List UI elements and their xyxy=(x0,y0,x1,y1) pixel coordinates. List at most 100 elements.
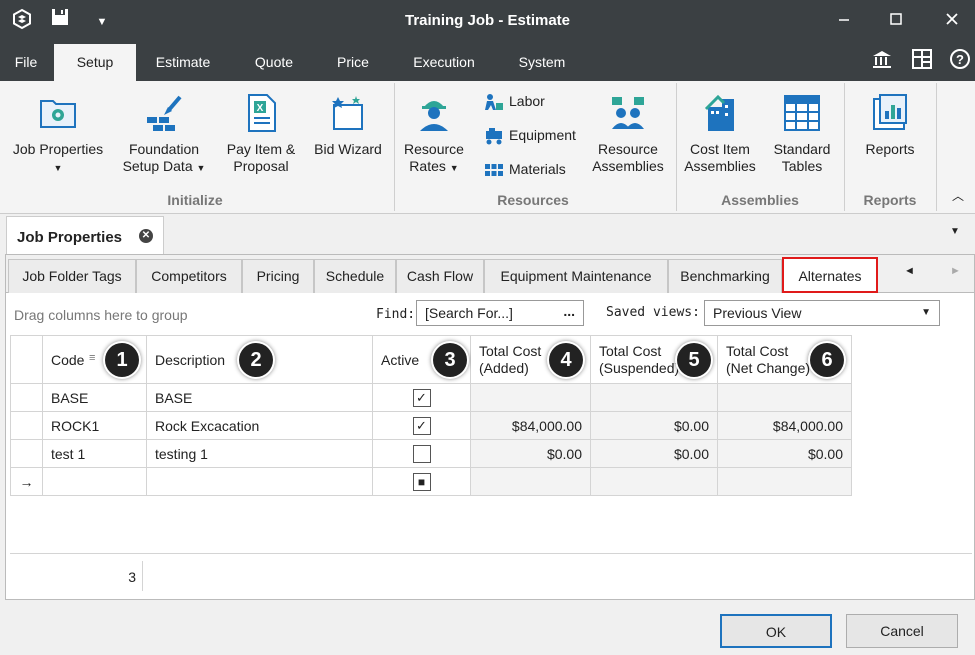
cancel-button[interactable]: Cancel xyxy=(846,614,958,648)
cost-item-assemblies-button[interactable]: Cost Item Assemblies xyxy=(680,93,760,175)
collapse-ribbon-icon[interactable]: ︿ xyxy=(952,187,964,204)
equipment-icon xyxy=(486,128,502,145)
row-indicator[interactable] xyxy=(10,383,43,412)
row-indicator-header xyxy=(10,335,43,384)
tab-pricing[interactable]: Pricing xyxy=(242,259,314,293)
resource-assemblies-button[interactable]: Resource Assemblies xyxy=(588,93,668,175)
cell-total-cost-suspended: $0.00 xyxy=(590,439,718,468)
foundation-dropdown-icon: ▼ xyxy=(196,163,206,173)
tab-execution[interactable]: Execution xyxy=(400,44,488,81)
saved-views-label: Saved views: xyxy=(606,305,700,320)
ok-button[interactable]: OK xyxy=(720,614,832,648)
tab-setup[interactable]: Setup xyxy=(54,44,136,81)
cell-total-cost-added xyxy=(470,383,591,412)
tab-competitors[interactable]: Competitors xyxy=(136,259,242,293)
tab-cash-flow[interactable]: Cash Flow xyxy=(396,259,484,293)
bid-wizard-button[interactable]: Bid Wizard xyxy=(310,93,386,158)
active-checkbox-indeterminate[interactable]: ■ xyxy=(412,472,431,491)
table-row[interactable]: ROCK1 Rock Excacation ✓ $84,000.00 $0.00… xyxy=(10,411,852,440)
cell-description[interactable]: Rock Excacation xyxy=(146,411,373,440)
cell-total-cost-suspended xyxy=(590,383,718,412)
tab-scroll-right-icon[interactable]: ► xyxy=(950,265,961,277)
tab-estimate[interactable]: Estimate xyxy=(140,44,226,81)
cell-code[interactable]: test 1 xyxy=(42,439,147,468)
tab-quote[interactable]: Quote xyxy=(238,44,310,81)
active-checkbox[interactable]: ✓ xyxy=(412,388,431,407)
people-assembly-icon xyxy=(612,97,644,129)
active-checkbox[interactable]: ✓ xyxy=(412,416,431,435)
column-header-total-cost-added[interactable]: Total Cost (Added) 4 xyxy=(470,335,591,384)
tab-price[interactable]: Price xyxy=(318,44,388,81)
column-header-active[interactable]: Active 3 xyxy=(372,335,471,384)
callout-badge-4: 4 xyxy=(549,343,583,377)
close-tab-icon[interactable]: ✕ xyxy=(139,229,153,243)
materials-icon xyxy=(485,164,503,177)
reports-button[interactable]: Reports xyxy=(850,93,930,158)
cell-code[interactable] xyxy=(42,467,147,496)
bank-icon[interactable] xyxy=(868,48,896,76)
row-indicator[interactable] xyxy=(10,411,43,440)
search-input[interactable]: [Search For...] ... xyxy=(416,300,584,326)
column-header-description[interactable]: Description 2 xyxy=(146,335,373,384)
tab-alternates[interactable]: Alternates xyxy=(782,257,878,293)
find-label: Find: xyxy=(376,307,416,322)
callout-badge-5: 5 xyxy=(677,343,711,377)
tab-equipment-maintenance[interactable]: Equipment Maintenance xyxy=(484,259,668,293)
close-icon[interactable] xyxy=(938,8,966,36)
table-icon xyxy=(784,95,820,131)
tab-job-properties[interactable]: Job Properties ✕ xyxy=(6,216,164,254)
table-row[interactable]: test 1 testing 1 $0.00 $0.00 $0.00 xyxy=(10,439,852,468)
labor-button[interactable]: Labor xyxy=(484,90,545,112)
resource-rates-button[interactable]: Resource Rates ▼ xyxy=(398,93,470,177)
callout-badge-2: 2 xyxy=(239,343,273,377)
table-row[interactable]: BASE BASE ✓ xyxy=(10,383,852,412)
standard-tables-button[interactable]: Standard Tables xyxy=(764,93,840,175)
wizard-icon xyxy=(332,96,363,130)
row-indicator[interactable] xyxy=(10,439,43,468)
column-header-code[interactable]: Code ≡ 1 xyxy=(42,335,147,384)
cell-code[interactable]: ROCK1 xyxy=(42,411,147,440)
callout-badge-1: 1 xyxy=(105,343,139,377)
group-panel-hint: Drag columns here to group xyxy=(14,307,188,323)
saved-views-dropdown[interactable]: Previous View ▼ xyxy=(704,300,940,326)
cell-code[interactable]: BASE xyxy=(42,383,147,412)
column-header-total-cost-suspended[interactable]: Total Cost (Suspended) 5 xyxy=(590,335,718,384)
tab-scroll-left-icon[interactable]: ◄ xyxy=(904,265,915,277)
new-item-row[interactable]: → ■ xyxy=(10,467,852,496)
group-label-reports: Reports xyxy=(863,192,917,208)
materials-button[interactable]: Materials xyxy=(484,158,566,180)
cell-total-cost-net-change: $84,000.00 xyxy=(717,411,852,440)
layout-icon[interactable] xyxy=(908,48,936,76)
foundation-setup-data-button[interactable]: Foundation Setup Data ▼ xyxy=(114,93,214,177)
cell-description[interactable]: BASE xyxy=(146,383,373,412)
tab-list-dropdown-icon[interactable]: ▼ xyxy=(950,226,960,237)
column-header-total-cost-net-change[interactable]: Total Cost (Net Change) 6 xyxy=(717,335,852,384)
chevron-down-icon: ▼ xyxy=(921,307,931,318)
tab-file[interactable]: File xyxy=(2,44,50,81)
group-separator xyxy=(936,83,937,211)
job-properties-button[interactable]: Job Properties ▼ xyxy=(8,93,108,177)
cell-description[interactable]: testing 1 xyxy=(146,439,373,468)
worker-icon xyxy=(420,101,448,131)
cell-description[interactable] xyxy=(146,467,373,496)
resource-rates-dropdown-icon: ▼ xyxy=(449,163,459,173)
cell-total-cost-added: $0.00 xyxy=(470,439,591,468)
job-properties-dropdown-icon: ▼ xyxy=(53,163,63,173)
tab-schedule[interactable]: Schedule xyxy=(314,259,396,293)
search-options-button[interactable]: ... xyxy=(563,303,575,319)
active-checkbox[interactable] xyxy=(412,444,431,463)
minimize-icon[interactable] xyxy=(830,8,858,36)
tab-system[interactable]: System xyxy=(506,44,578,81)
new-row-arrow-icon: → xyxy=(10,467,43,496)
help-icon[interactable]: ? xyxy=(946,48,974,76)
tab-benchmarking[interactable]: Benchmarking xyxy=(668,259,782,293)
report-chart-icon xyxy=(873,94,907,130)
ribbon-tab-bar: File Setup Estimate Quote Price Executio… xyxy=(0,44,975,81)
pay-item-proposal-button[interactable]: X Pay Item & Proposal xyxy=(220,93,302,175)
maximize-icon[interactable] xyxy=(882,8,910,36)
document-excel-icon: X xyxy=(248,94,276,132)
equipment-button[interactable]: Equipment xyxy=(484,124,576,146)
summary-column-divider xyxy=(142,561,143,591)
tab-job-folder-tags[interactable]: Job Folder Tags xyxy=(8,259,136,293)
cell-total-cost-added: $84,000.00 xyxy=(470,411,591,440)
